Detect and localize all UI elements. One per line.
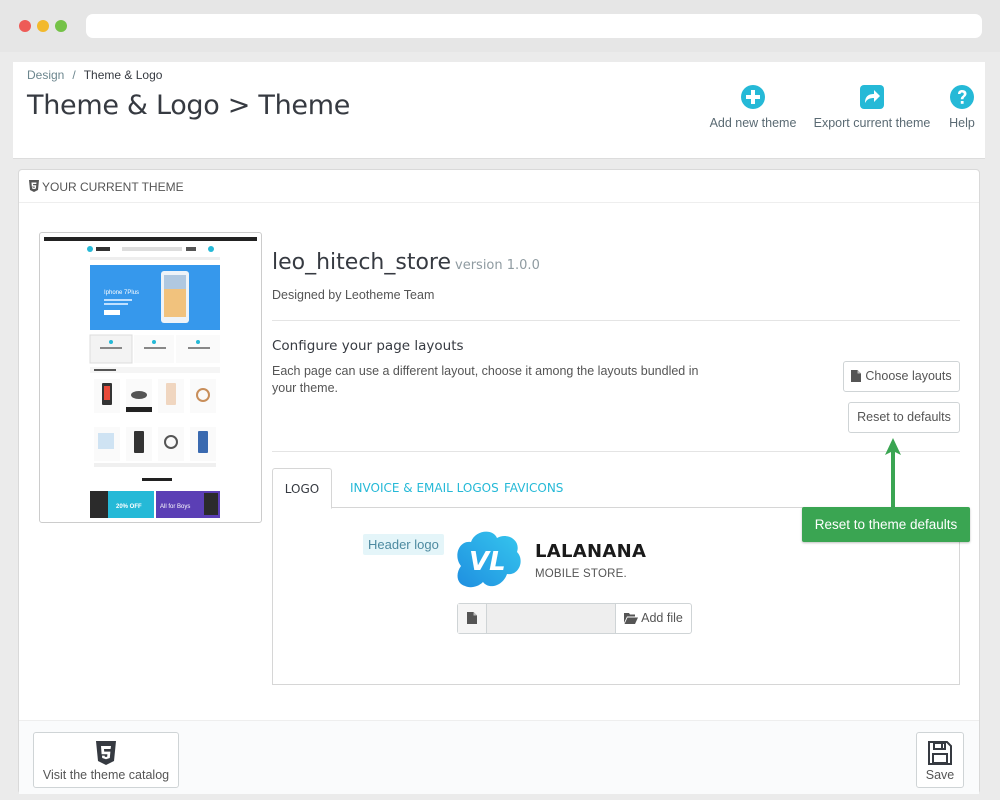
plus-circle-icon — [741, 85, 765, 109]
logo-store-name: LALANANA — [535, 541, 647, 562]
html5-icon — [96, 741, 116, 765]
close-window-dot[interactable] — [19, 20, 31, 32]
share-icon — [860, 85, 884, 109]
store-logo-mark: VL — [457, 531, 521, 588]
theme-screenshot: Iphone 7Plus 20% OFF All for Boys — [44, 237, 257, 518]
page-header: Design / Theme & Logo Theme & Logo > Theme… — [13, 62, 985, 159]
preview-promo-right: All for Boys — [160, 504, 190, 510]
annotation-callout: Reset to theme defaults — [802, 507, 970, 542]
breadcrumb-current: Theme & Logo — [83, 68, 163, 82]
add-file-label: Add file — [641, 611, 683, 625]
file-input-icon-box — [458, 604, 487, 633]
divider — [272, 320, 960, 321]
add-new-theme-button[interactable]: Add new theme — [708, 84, 798, 130]
question-circle-icon — [950, 85, 974, 109]
theme-name-label: leo_hitech_store — [272, 250, 452, 275]
html5-icon — [29, 180, 39, 192]
save-label: Save — [925, 768, 955, 782]
breadcrumb-parent[interactable]: Design — [27, 68, 64, 82]
breadcrumb: Design / Theme & Logo — [27, 68, 162, 82]
theme-name: leo_hitech_store version 1.0.0 — [272, 250, 540, 275]
add-new-theme-label: Add new theme — [709, 116, 797, 130]
export-current-theme-button[interactable]: Export current theme — [811, 84, 933, 130]
save-button[interactable]: Save — [916, 732, 964, 788]
panel-heading: YOUR CURRENT THEME — [19, 170, 979, 203]
annotation-arrow-icon — [885, 438, 901, 512]
preview-promo-left: 20% OFF — [116, 504, 142, 510]
page-title: Theme & Logo > Theme — [27, 90, 351, 121]
file-icon — [467, 612, 477, 624]
choose-layouts-label: Choose layouts — [865, 369, 952, 383]
divider — [272, 451, 960, 452]
help-button[interactable]: Help — [946, 84, 978, 130]
current-theme-panel: YOUR CURRENT THEME Iphone 7Plus 20% OFF … — [18, 169, 980, 794]
choose-layouts-button[interactable]: Choose layouts — [843, 361, 960, 392]
panel-footer: Visit the theme catalog Save — [19, 720, 979, 794]
maximize-window-dot[interactable] — [55, 20, 67, 32]
logo-monogram: VL — [469, 547, 506, 577]
tab-invoice-email-logos[interactable]: INVOICE & EMAIL LOGOS — [350, 468, 499, 508]
theme-version: version 1.0.0 — [455, 258, 540, 273]
theme-preview: Iphone 7Plus 20% OFF All for Boys — [39, 232, 262, 523]
visit-theme-catalog-button[interactable]: Visit the theme catalog — [33, 732, 179, 788]
help-label: Help — [949, 116, 975, 130]
configure-layouts-description: Each page can use a different layout, ch… — [272, 364, 699, 395]
floppy-disk-icon — [928, 741, 952, 765]
reset-to-defaults-label: Reset to defaults — [857, 410, 951, 424]
address-bar[interactable] — [86, 14, 982, 38]
configure-layouts-title: Configure your page layouts — [272, 338, 464, 354]
logo-store-subtitle: MOBILE STORE. — [535, 568, 627, 580]
theme-author: Designed by Leotheme Team — [272, 288, 435, 302]
preview-banner-title: Iphone 7Plus — [104, 290, 139, 296]
folder-open-icon — [624, 613, 639, 624]
file-icon — [851, 370, 862, 382]
minimize-window-dot[interactable] — [37, 20, 49, 32]
panel-heading-label: YOUR CURRENT THEME — [42, 180, 184, 194]
browser-chrome — [0, 0, 1000, 52]
logo-file-upload: Add file — [457, 603, 692, 634]
file-name-input[interactable] — [487, 604, 615, 633]
header-logo-label: Header logo — [363, 534, 444, 555]
reset-to-defaults-button[interactable]: Reset to defaults — [848, 402, 960, 433]
tab-logo[interactable]: LOGO — [272, 468, 332, 509]
breadcrumb-separator: / — [72, 68, 76, 82]
visit-theme-catalog-label: Visit the theme catalog — [42, 768, 170, 782]
export-current-theme-label: Export current theme — [813, 116, 931, 130]
logo-tabs: LOGO INVOICE & EMAIL LOGOS FAVICONS — [272, 468, 960, 509]
add-file-button[interactable]: Add file — [615, 604, 691, 633]
tab-favicons[interactable]: FAVICONS — [504, 468, 563, 508]
